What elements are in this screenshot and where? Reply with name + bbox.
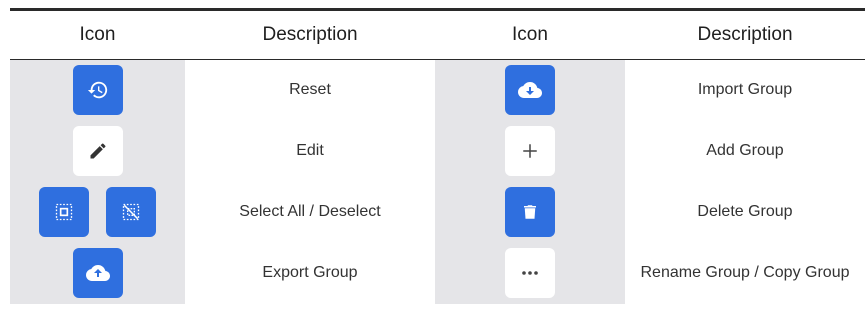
icon-cell xyxy=(435,181,625,243)
rename-copy-group-button[interactable] xyxy=(505,248,555,298)
header-row: Icon Description Icon Description xyxy=(10,8,865,60)
plus-icon xyxy=(523,144,537,158)
reset-button[interactable] xyxy=(72,65,123,116)
table-row: Reset Import Group xyxy=(10,59,865,121)
icon-cell xyxy=(435,59,625,121)
icon-cell xyxy=(435,242,625,304)
description-cell: Import Group xyxy=(697,81,793,99)
cloud-download-icon xyxy=(518,82,542,99)
description-cell: Reset xyxy=(289,81,331,99)
description-cell: Select All / Deselect xyxy=(239,203,381,220)
icon-cell xyxy=(10,59,185,121)
more-horizontal-icon xyxy=(522,271,538,275)
pencil-icon xyxy=(90,143,106,159)
header-icon-left: Icon xyxy=(10,8,185,60)
trash-icon xyxy=(524,205,536,219)
icon-legend: Icon Description Icon Description Reset xyxy=(0,0,866,315)
description-cell: Rename Group / Copy Group xyxy=(640,264,850,281)
cloud-upload-icon xyxy=(85,265,110,281)
icon-cell xyxy=(10,120,185,182)
icon-description-table: Icon Description Icon Description Reset xyxy=(10,8,865,304)
description-cell: Delete Group xyxy=(697,203,793,220)
icon-cell xyxy=(435,120,625,182)
header-description-right: Description xyxy=(625,8,865,60)
description-cell: Export Group xyxy=(262,264,358,281)
description-cell: Edit xyxy=(296,142,324,159)
deselect-button[interactable] xyxy=(105,187,156,237)
delete-group-button[interactable] xyxy=(505,187,555,237)
table-row: Select All / Deselect Delete Group xyxy=(10,181,865,243)
header-description-left: Description xyxy=(185,8,435,60)
header-icon-right: Icon xyxy=(435,8,625,60)
history-icon xyxy=(87,82,107,99)
select-all-icon xyxy=(56,203,73,221)
edit-button[interactable] xyxy=(72,126,123,176)
add-group-button[interactable] xyxy=(505,126,555,176)
deselect-icon xyxy=(122,203,139,221)
description-cell: Add Group xyxy=(706,142,784,159)
export-group-button[interactable] xyxy=(72,248,123,298)
table-row: Export Group Rename Group / Copy Group xyxy=(10,242,865,304)
icon-cell xyxy=(10,181,185,243)
select-all-button[interactable] xyxy=(39,187,90,237)
import-group-button[interactable] xyxy=(505,65,555,116)
icon-cell xyxy=(10,242,185,304)
table-row: Edit Add Group xyxy=(10,120,865,182)
